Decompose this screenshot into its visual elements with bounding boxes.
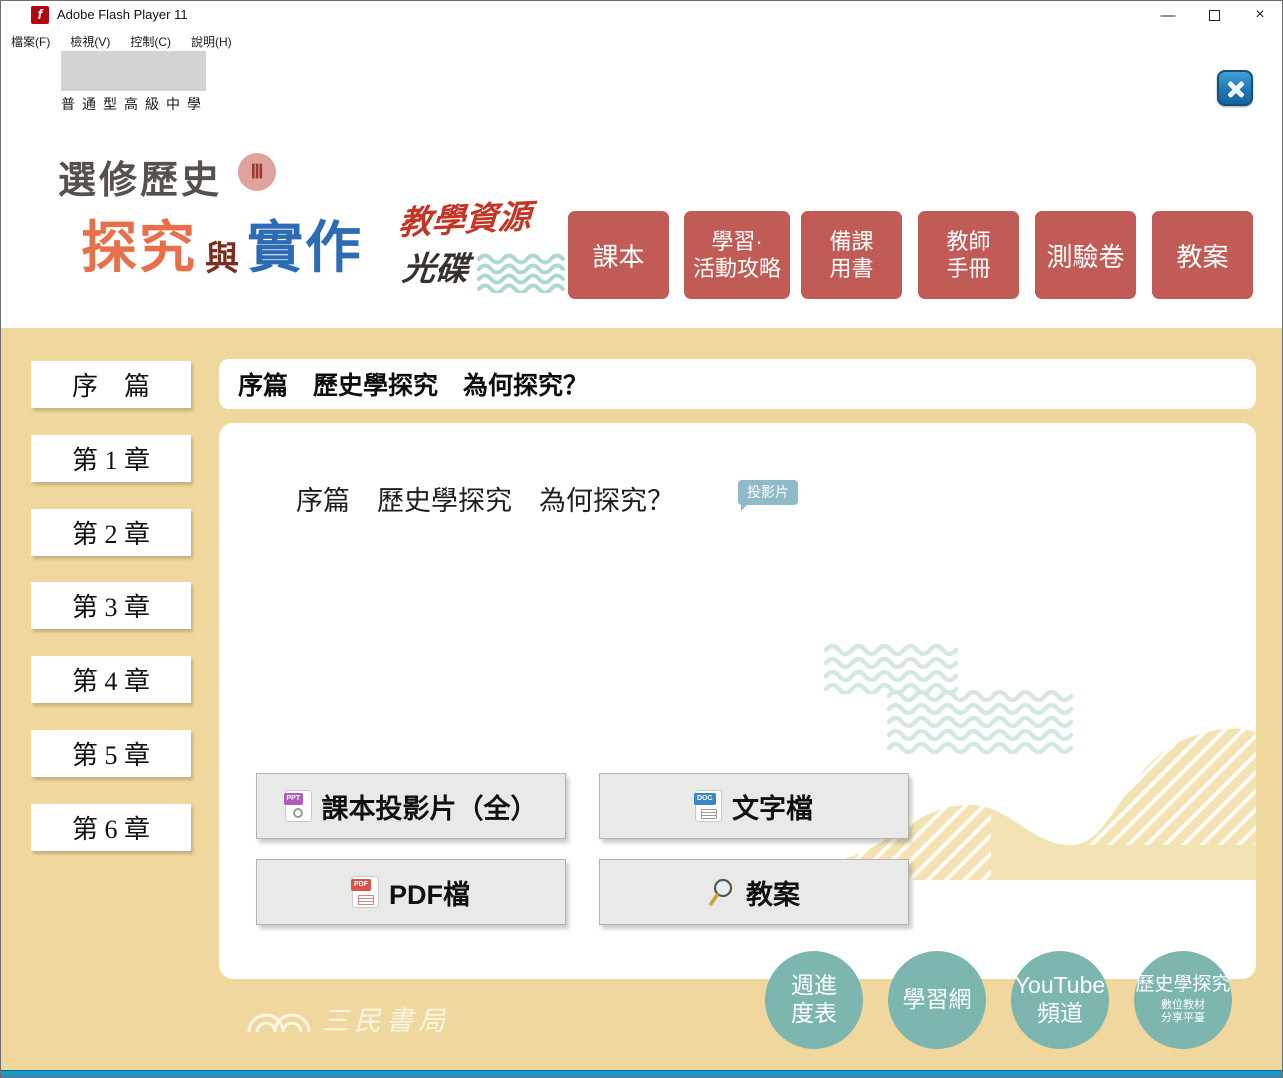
menu-bar: 檔案(F) 檢視(V) 控制(C) 說明(H) — [1, 29, 1282, 51]
section-header-title: 序篇 歷史學探究 為何探究？ — [238, 366, 588, 402]
nav-test-paper-button[interactable]: 測驗卷 — [1035, 211, 1136, 299]
file-badge: PPT — [284, 793, 304, 805]
document-lines-icon — [701, 809, 717, 819]
textbook-slides-all-button[interactable]: PPT 課本投影片（全） — [256, 773, 566, 839]
doc-file-icon: DOC — [695, 790, 722, 822]
slides-tag-badge: 投影片 — [738, 480, 798, 505]
sidebar-item-chapter-1[interactable]: 第 1 章 — [31, 435, 191, 482]
resource-button-label: 課本投影片（全） — [322, 787, 538, 826]
main-title-connector: 與 — [205, 231, 239, 280]
nav-button-label: 測驗卷 — [1046, 237, 1124, 274]
menu-help[interactable]: 說明(H) — [181, 29, 242, 51]
content-panel: 序篇 歷史學探究 為何探究？ 投影片 — [219, 423, 1256, 979]
lesson-plan-button[interactable]: 教案 — [599, 859, 909, 925]
ppt-file-icon: PPT — [285, 790, 312, 822]
wave-decoration-icon — [477, 253, 569, 293]
resource-button-label: PDF檔 — [389, 873, 470, 912]
minimize-button[interactable]: — — [1147, 1, 1189, 29]
nav-button-label: 備課 — [829, 228, 873, 256]
pdf-file-icon: PDF — [352, 876, 379, 908]
sidebar-item-chapter-5[interactable]: 第 5 章 — [31, 730, 191, 777]
nav-button-label: 活動攻略 — [693, 255, 781, 283]
wave-decoration-icon — [824, 644, 966, 694]
sidebar-item-label: 序 篇 — [72, 366, 150, 403]
file-badge: DOC — [694, 793, 716, 805]
main-title-part2: 實作 — [247, 203, 363, 284]
menu-view[interactable]: 檢視(V) — [60, 29, 120, 51]
nav-button-label: 課本 — [592, 237, 644, 274]
resource-button-label: 文字檔 — [732, 787, 813, 826]
page-title: 序篇 歷史學探究 為何探究？ — [296, 479, 674, 518]
flash-player-window: f Adobe Flash Player 11 — × 檔案(F) 檢視(V) … — [0, 0, 1283, 1078]
clock-icon — [293, 808, 303, 818]
circle-label: 歷史學探究 — [1135, 974, 1230, 997]
nav-lesson-plan-button[interactable]: 教案 — [1152, 211, 1253, 299]
document-lines-icon — [358, 895, 374, 905]
nav-learning-activity-guide-button[interactable]: 學習· 活動攻略 — [684, 211, 790, 299]
close-window-button[interactable]: × — [1239, 1, 1281, 29]
nav-button-label: 學習· — [711, 228, 762, 256]
sidebar-item-chapter-2[interactable]: 第 2 章 — [31, 509, 191, 556]
circle-label: 度表 — [791, 1000, 837, 1028]
maximize-button[interactable] — [1193, 1, 1235, 29]
school-type-label: 普通型高級中學 — [61, 94, 208, 114]
subtitle-disc: 光碟 — [400, 242, 471, 290]
nav-lesson-prep-book-button[interactable]: 備課 用書 — [801, 211, 902, 299]
nav-button-label: 教案 — [1176, 237, 1228, 274]
double-arch-icon — [246, 1003, 312, 1035]
sidebar-item-label: 第 5 章 — [72, 735, 150, 772]
flash-player-icon: f — [31, 6, 49, 24]
learning-website-circle[interactable]: 學習網 — [888, 951, 986, 1049]
text-file-button[interactable]: DOC 文字檔 — [599, 773, 909, 839]
nav-button-label: 用書 — [829, 255, 873, 283]
publisher-name: 三民書局 — [322, 999, 450, 1038]
sidebar-item-label: 第 3 章 — [72, 587, 150, 624]
circle-sublabel: 數位教材 — [1161, 999, 1205, 1013]
circle-label: 頻道 — [1037, 1000, 1083, 1028]
history-inquiry-platform-circle[interactable]: 歷史學探究 數位教材 分享平臺 — [1134, 951, 1232, 1049]
sidebar-item-label: 第 1 章 — [72, 440, 150, 477]
weekly-progress-chart-circle[interactable]: 週進 度表 — [765, 951, 863, 1049]
pdf-file-button[interactable]: PDF PDF檔 — [256, 859, 566, 925]
nav-teacher-manual-button[interactable]: 教師 手冊 — [918, 211, 1019, 299]
close-app-button[interactable] — [1217, 70, 1253, 106]
series-title: 選修歷史 — [58, 149, 222, 204]
youtube-channel-circle[interactable]: YouTube 頻道 — [1011, 951, 1109, 1049]
menu-control[interactable]: 控制(C) — [120, 29, 181, 51]
publisher-logo-placeholder — [61, 51, 206, 91]
sidebar-item-chapter-4[interactable]: 第 4 章 — [31, 656, 191, 703]
series-numeral-badge: Ⅲ — [238, 153, 276, 191]
maximize-icon — [1209, 10, 1220, 21]
sidebar-item-chapter-3[interactable]: 第 3 章 — [31, 582, 191, 629]
window-title: Adobe Flash Player 11 — [57, 7, 188, 22]
file-badge: PDF — [351, 879, 371, 891]
sidebar-item-label: 第 6 章 — [72, 809, 150, 846]
circle-label: YouTube — [1015, 972, 1105, 1000]
circle-label: 週進 — [791, 972, 837, 1000]
main-title-part1: 探究 — [81, 203, 197, 284]
nav-textbook-button[interactable]: 課本 — [568, 211, 669, 299]
sidebar-item-label: 第 4 章 — [72, 661, 150, 698]
main-title: 探究 與 實作 — [81, 203, 363, 284]
publisher-logo: 三民書局 — [246, 999, 450, 1038]
subtitle-teaching-resources: 教學資源 — [397, 190, 532, 245]
resource-button-label: 教案 — [746, 873, 800, 912]
sidebar-item-preface[interactable]: 序 篇 — [31, 361, 191, 408]
title-bar: f Adobe Flash Player 11 — × — [1, 1, 1282, 29]
circle-sublabel: 分享平臺 — [1161, 1012, 1205, 1026]
section-header-bar: 序篇 歷史學探究 為何探究？ — [219, 359, 1256, 409]
sidebar-item-chapter-6[interactable]: 第 6 章 — [31, 804, 191, 851]
bottom-accent-strip — [1, 1070, 1283, 1078]
nav-button-label: 手冊 — [946, 255, 990, 283]
sidebar-item-label: 第 2 章 — [72, 514, 150, 551]
nav-button-label: 教師 — [946, 228, 990, 256]
menu-file[interactable]: 檔案(F) — [1, 29, 60, 51]
magnifier-icon — [708, 877, 736, 907]
circle-label: 學習網 — [903, 986, 972, 1014]
